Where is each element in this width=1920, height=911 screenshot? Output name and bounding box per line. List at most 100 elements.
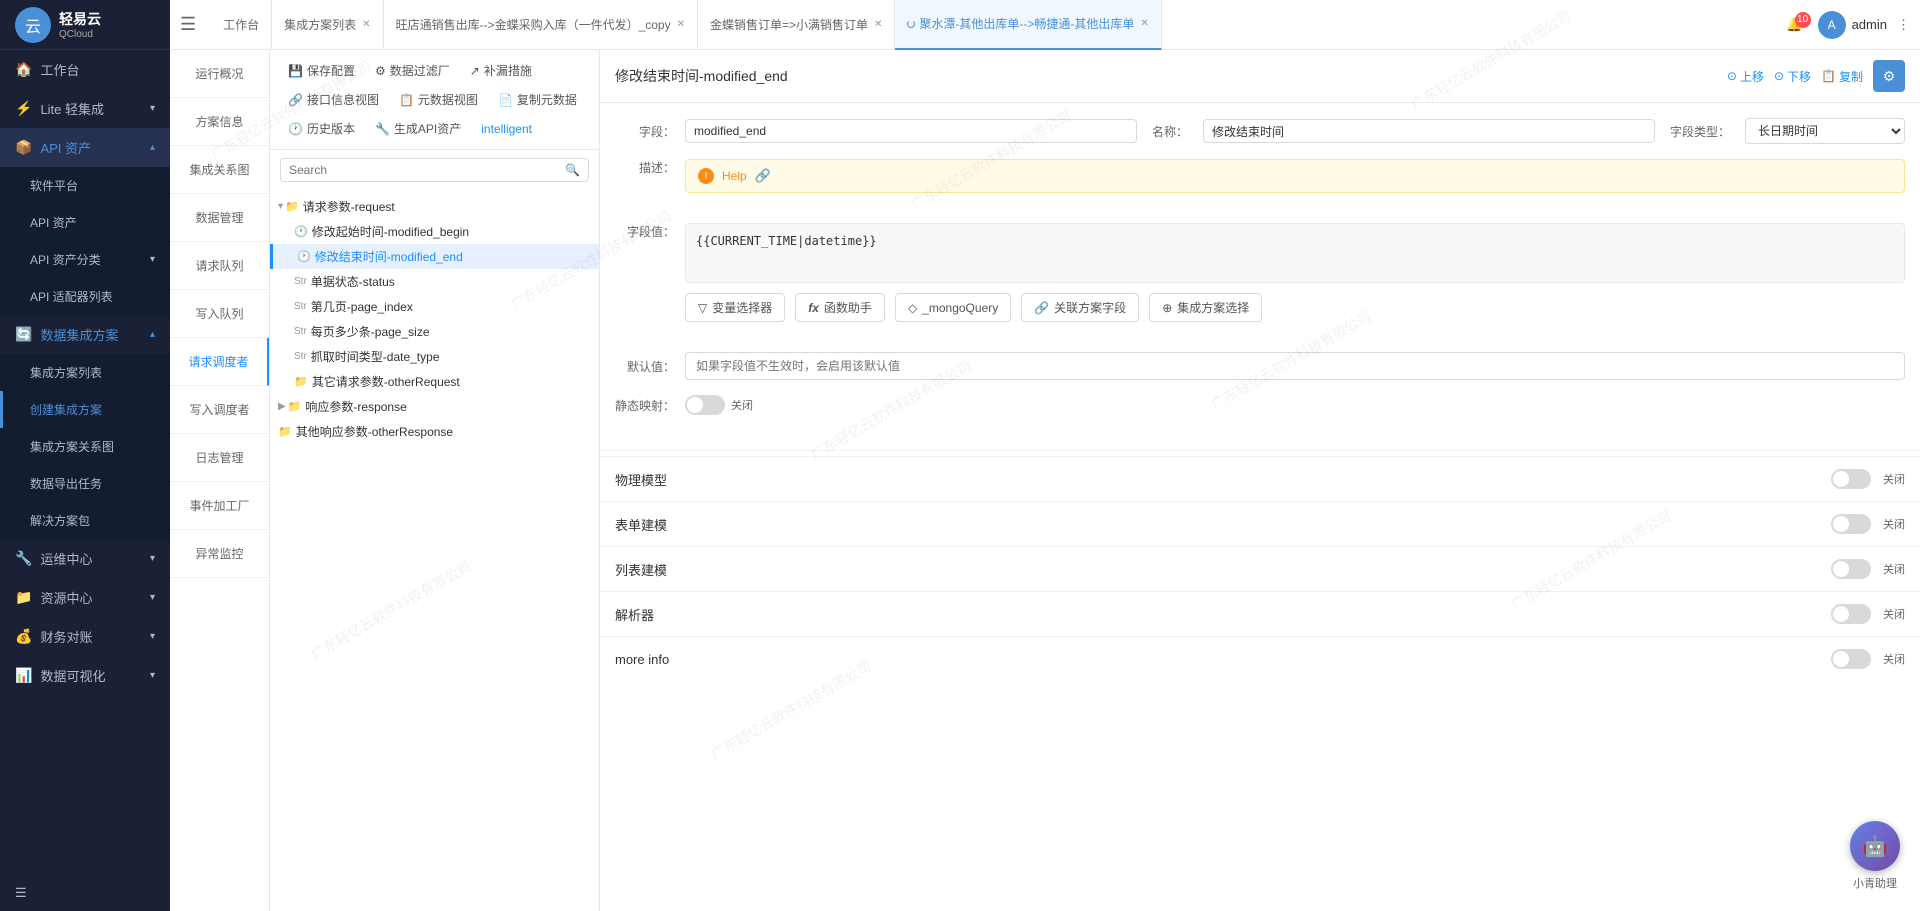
field-input[interactable]: [685, 119, 1137, 143]
list-build-toggle[interactable]: [1831, 559, 1871, 579]
sidebar-item-software-platform[interactable]: 软件平台: [0, 167, 170, 204]
static-map-toggle[interactable]: [685, 395, 725, 415]
func-helper-button[interactable]: fx 函数助手: [795, 293, 885, 322]
sidebar-item-solution-pkg[interactable]: 解决方案包: [0, 502, 170, 539]
folder-icon4: 📁: [278, 425, 292, 438]
var-selector-button[interactable]: ▽ 变量选择器: [685, 293, 785, 322]
left-nav-relation-map[interactable]: 集成关系图: [170, 146, 269, 194]
settings-button[interactable]: ⚙: [1873, 60, 1905, 92]
tree-node-request[interactable]: ▾ 📁 请求参数-request: [270, 194, 599, 219]
expand-icon[interactable]: ▾: [278, 201, 283, 212]
sidebar-item-ops[interactable]: 🔧 运维中心 ▾: [0, 539, 170, 578]
more-options-icon[interactable]: ⋮: [1897, 17, 1910, 33]
sidebar-item-data-solution[interactable]: 🔄 数据集成方案 ▴: [0, 315, 170, 354]
tab-workspace[interactable]: 工作台: [211, 0, 272, 50]
tab-jinchan[interactable]: 金蝶销售订单=>小满销售订单 ✕: [698, 0, 895, 50]
history-button[interactable]: 🕐 历史版本: [280, 116, 363, 141]
left-nav-request-queue[interactable]: 请求队列: [170, 242, 269, 290]
right-header: 修改结束时间-modified_end ⊙ 上移 ⊙ 下移 📋 复制: [600, 50, 1920, 103]
data-filter-button[interactable]: ⚙ 数据过滤厂: [367, 58, 458, 83]
tree-node-modified-end[interactable]: 🕐 修改结束时间-modified_end: [270, 244, 599, 269]
menu-toggle-icon[interactable]: ☰: [180, 14, 196, 35]
search-icon[interactable]: 🔍: [565, 163, 580, 177]
help-box: ! Help 🔗: [685, 159, 1905, 193]
physical-model-toggle[interactable]: [1831, 469, 1871, 489]
sidebar-item-solution-list[interactable]: 集成方案列表: [0, 354, 170, 391]
divider: [600, 450, 1920, 451]
field-type-select[interactable]: 长日期时间: [1745, 118, 1905, 144]
tree-node-modified-begin[interactable]: 🕐 修改起始时间-modified_begin: [270, 219, 599, 244]
left-nav-log-mgmt[interactable]: 日志管理: [170, 434, 269, 482]
form-build-toggle[interactable]: [1831, 514, 1871, 534]
expand-icon2[interactable]: ▶: [278, 401, 286, 412]
parser-toggle[interactable]: [1831, 604, 1871, 624]
sidebar-item-dataviz[interactable]: 📊 数据可视化 ▾: [0, 656, 170, 695]
default-value-input[interactable]: [685, 352, 1905, 380]
sidebar-item-api-resource[interactable]: API 资产: [0, 204, 170, 241]
sidebar-item-resource[interactable]: 📁 资源中心 ▾: [0, 578, 170, 617]
tree-node-response[interactable]: ▶ 📁 响应参数-response: [270, 394, 599, 419]
tab-close-wangdian[interactable]: ✕: [677, 19, 685, 30]
left-nav-exception-monitor[interactable]: 异常监控: [170, 530, 269, 578]
left-nav-overview[interactable]: 运行概况: [170, 50, 269, 98]
down-button[interactable]: ⊙ 下移: [1774, 68, 1811, 85]
copy-button[interactable]: 📋 复制: [1821, 68, 1863, 85]
name-input[interactable]: [1203, 119, 1655, 143]
tab-solutions[interactable]: 集成方案列表 ✕: [272, 0, 383, 50]
tab-jushui[interactable]: 聚水潭-其他出库单-->畅捷通-其他出库单 ✕: [895, 0, 1161, 50]
sidebar-item-create-solution[interactable]: 创建集成方案: [0, 391, 170, 428]
sidebar-item-finance[interactable]: 💰 财务对账 ▾: [0, 617, 170, 656]
parser-controls: 关闭: [1831, 604, 1905, 624]
logo-icon: 云: [15, 7, 51, 43]
user-info[interactable]: A admin: [1818, 11, 1887, 39]
ai-helper-button[interactable]: 🤖: [1850, 821, 1900, 871]
solution-select-button[interactable]: ⊕ 集成方案选择: [1149, 293, 1262, 322]
rel-field-button[interactable]: 🔗 关联方案字段: [1021, 293, 1139, 322]
sidebar-item-solution-map[interactable]: 集成方案关系图: [0, 428, 170, 465]
more-info-toggle[interactable]: [1831, 649, 1871, 669]
search-input[interactable]: [289, 163, 565, 177]
sidebar-item-workspace[interactable]: 🏠 工作台: [0, 50, 170, 89]
sidebar-item-api-classify[interactable]: API 资产分类 ▾: [0, 241, 170, 278]
left-nav-event-factory[interactable]: 事件加工厂: [170, 482, 269, 530]
remedy-button[interactable]: ↗ 补漏措施: [462, 58, 540, 83]
interface-info-button[interactable]: 🔗 接口信息视图: [280, 87, 387, 112]
tab-close-jushui[interactable]: ✕: [1140, 18, 1148, 29]
tree-node-other-request[interactable]: 📁 其它请求参数-otherRequest: [270, 369, 599, 394]
sidebar-item-data-export[interactable]: 数据导出任务: [0, 465, 170, 502]
tree-node-page-size[interactable]: Str 每页多少条-page_size: [270, 319, 599, 344]
str-type4: Str: [294, 351, 307, 362]
copy-icon: 📄: [498, 93, 513, 107]
sidebar-item-api-assets[interactable]: 📦 API 资产 ▴: [0, 128, 170, 167]
tab-close-jinchan[interactable]: ✕: [874, 19, 882, 30]
down-icon: ⊙: [1774, 69, 1784, 83]
tree-node-status[interactable]: Str 单据状态-status: [270, 269, 599, 294]
parser-section: 解析器 关闭: [600, 591, 1920, 636]
mongo-query-button[interactable]: ◇ _mongoQuery: [895, 293, 1011, 322]
left-nav-write-dispatcher[interactable]: 写入调度者: [170, 386, 269, 434]
left-nav-data-mgmt[interactable]: 数据管理: [170, 194, 269, 242]
notification-button[interactable]: 🔔 10: [1786, 17, 1802, 33]
copy-data-button[interactable]: 📄 复制元数据: [490, 87, 585, 112]
tree-node-other-response[interactable]: 📁 其他响应参数-otherResponse: [270, 419, 599, 444]
physical-model-toggle-label: 关闭: [1883, 471, 1905, 487]
field-row: 字段： 名称： 字段类型： 长日期时间: [615, 118, 1905, 144]
meta-view-button[interactable]: 📋 元数据视图: [391, 87, 486, 112]
sidebar-item-api-adapter[interactable]: API 适配器列表: [0, 278, 170, 315]
sidebar-item-menu[interactable]: ☰: [0, 875, 170, 911]
save-config-button[interactable]: 💾 保存配置: [280, 58, 363, 83]
intelligent-button[interactable]: intelligent: [473, 118, 540, 140]
left-nav-write-queue[interactable]: 写入队列: [170, 290, 269, 338]
left-nav-plan-info[interactable]: 方案信息: [170, 98, 269, 146]
code-area[interactable]: {{CURRENT_TIME|datetime}}: [685, 223, 1905, 283]
tree-node-date-type[interactable]: Str 抓取时间类型-date_type: [270, 344, 599, 369]
type-label: 字段类型：: [1670, 123, 1730, 140]
tab-close-solutions[interactable]: ✕: [362, 19, 370, 30]
gen-api-button[interactable]: 🔧 生成API资产: [367, 116, 469, 141]
up-button[interactable]: ⊙ 上移: [1727, 68, 1764, 85]
gear-icon: ⚙: [1883, 68, 1896, 85]
tab-wangdian[interactable]: 旺店通销售出库-->金蝶采购入库（一件代发）_copy ✕: [384, 0, 698, 50]
sidebar-item-lite[interactable]: ⚡ Lite 轻集成 ▾: [0, 89, 170, 128]
left-nav-request-dispatcher[interactable]: 请求调度者: [170, 338, 269, 386]
tree-node-page-index[interactable]: Str 第几页-page_index: [270, 294, 599, 319]
